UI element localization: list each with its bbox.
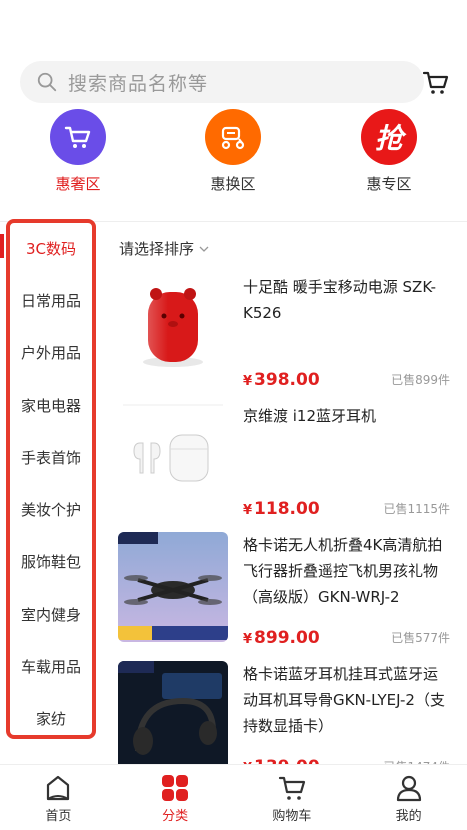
- product-title: 京维渡 i12蓝牙耳机: [243, 407, 377, 425]
- search-icon: [37, 72, 57, 92]
- product-card[interactable]: 格卡诺无人机折叠4K高清航拍飞行器折叠遥控飞机男孩礼物（高级版）GKN-WRJ-…: [118, 532, 450, 648]
- sidebar-item-textile[interactable]: 家纺: [10, 693, 92, 745]
- product-sold-count: 已售577件: [391, 631, 450, 645]
- sidebar-item-jewelry[interactable]: 手表首饰: [10, 431, 92, 483]
- sidebar-item-apparel[interactable]: 服饰鞋包: [10, 536, 92, 588]
- nav-label: 我的: [395, 809, 422, 824]
- nav-cart[interactable]: 购物车: [234, 765, 351, 830]
- user-icon: [396, 775, 421, 802]
- product-price: ¥899.00: [243, 628, 320, 648]
- sidebar-item-daily[interactable]: 日常用品: [10, 274, 92, 326]
- sidebar-item-3c[interactable]: 3C数码: [10, 222, 92, 274]
- nav-label: 首页: [45, 809, 72, 824]
- zone-row: 惠奢区 惠换区 抢 惠专区: [0, 109, 467, 194]
- search-row: 搜索商品名称等: [20, 61, 450, 103]
- search-placeholder: 搜索商品名称等: [68, 72, 209, 95]
- sidebar-active-indicator: [0, 234, 4, 258]
- product-card[interactable]: 十足酷 暖手宝移动电源 SZK-K526 ¥398.00 已售899件: [118, 274, 450, 390]
- sidebar-item-beauty[interactable]: 美妆个护: [10, 483, 92, 535]
- product-image-drone: [118, 532, 228, 642]
- search-input[interactable]: 搜索商品名称等: [20, 61, 424, 103]
- product-title: 十足酷 暖手宝移动电源 SZK-K526: [243, 278, 437, 322]
- category-sidebar: 3C数码 日常用品 户外用品 家电电器 手表首饰 美妆个护 服饰鞋包 室内健身 …: [10, 222, 92, 745]
- zone-label: 惠换区: [210, 175, 256, 193]
- zone-label: 惠专区: [366, 175, 412, 193]
- product-price: ¥398.00: [243, 370, 320, 390]
- zone-special[interactable]: 抢 惠专区: [344, 109, 434, 194]
- cart-icon: [278, 776, 305, 800]
- bottom-nav: 首页 分类 购物车 我的: [0, 764, 467, 830]
- zone-luxury[interactable]: 惠奢区: [33, 109, 123, 194]
- product-card[interactable]: 格卡诺蓝牙耳机挂耳式蓝牙运动耳机耳导骨GKN-LYEJ-2（支持数显插卡） ¥1…: [118, 661, 450, 777]
- product-card[interactable]: 京维渡 i12蓝牙耳机 ¥118.00 已售1115件: [118, 403, 450, 519]
- sidebar-item-appliance[interactable]: 家电电器: [10, 379, 92, 431]
- nav-profile[interactable]: 我的: [350, 765, 467, 830]
- cart-icon[interactable]: [422, 69, 450, 97]
- nav-category[interactable]: 分类: [117, 765, 234, 830]
- product-sold-count: 已售1115件: [383, 502, 450, 516]
- scooter-icon: [205, 109, 261, 165]
- home-icon: [47, 775, 70, 801]
- sort-label: 请选择排序: [119, 240, 195, 258]
- category-icon: [162, 775, 189, 801]
- nav-label: 购物车: [272, 809, 312, 824]
- zone-exchange[interactable]: 惠换区: [188, 109, 278, 194]
- zone-label: 惠奢区: [55, 175, 101, 193]
- sidebar-item-fitness[interactable]: 室内健身: [10, 588, 92, 640]
- cart-icon: [50, 109, 106, 165]
- product-title: 格卡诺无人机折叠4K高清航拍飞行器折叠遥控飞机男孩礼物（高级版）GKN-WRJ-…: [243, 536, 443, 606]
- product-price: ¥118.00: [243, 499, 320, 519]
- product-image-hand-warmer: [118, 274, 228, 384]
- nav-home[interactable]: 首页: [0, 765, 117, 830]
- sidebar-item-outdoor[interactable]: 户外用品: [10, 327, 92, 379]
- grab-icon: 抢: [361, 109, 417, 165]
- sidebar-item-car[interactable]: 车载用品: [10, 640, 92, 692]
- chevron-down-icon: [199, 246, 209, 252]
- product-title: 格卡诺蓝牙耳机挂耳式蓝牙运动耳机耳导骨GKN-LYEJ-2（支持数显插卡）: [243, 665, 445, 735]
- product-sold-count: 已售899件: [391, 373, 450, 387]
- product-image-bone-conduction-headphones: [118, 661, 228, 771]
- nav-label: 分类: [162, 809, 189, 824]
- sort-dropdown[interactable]: 请选择排序: [119, 238, 209, 259]
- product-image-earbuds: [118, 403, 228, 513]
